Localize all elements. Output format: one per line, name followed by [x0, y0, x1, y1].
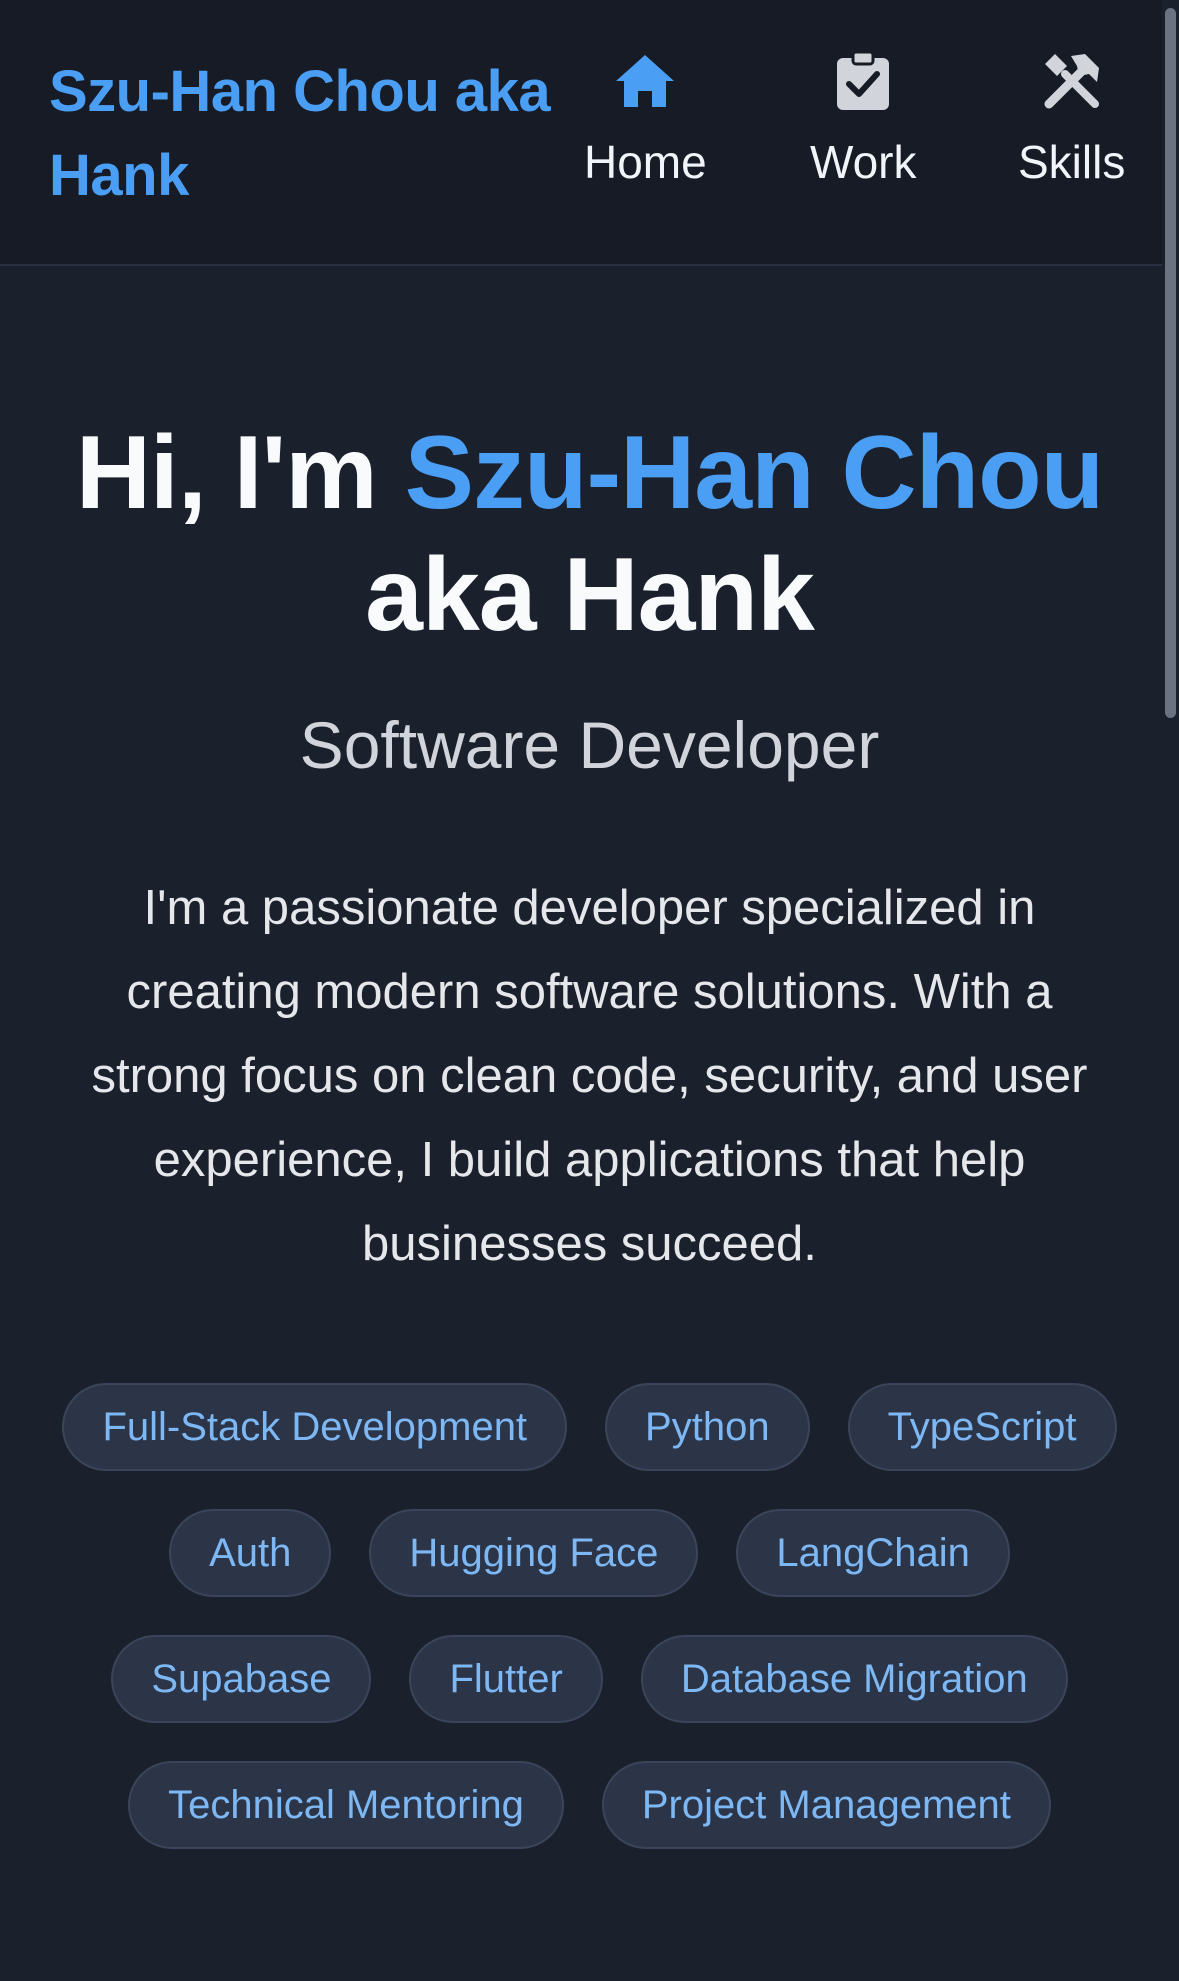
skill-tag[interactable]: Database Migration: [640, 1635, 1068, 1723]
clipboard-check-icon: [830, 48, 896, 114]
top-nav-bar: Szu-Han Chou aka Hank Home Work Skills: [0, 0, 1162, 266]
hero-greeting: Hi, I'm: [75, 415, 405, 531]
hero-bio: I'm a passionate developer specialized i…: [91, 881, 1088, 1271]
hero-name: Szu-Han Chou: [404, 415, 1105, 531]
skill-tag[interactable]: Python: [605, 1383, 810, 1471]
tools-icon: [1039, 48, 1105, 114]
skill-tag[interactable]: Project Management: [601, 1761, 1051, 1849]
skill-tags: Full-Stack Development Python TypeScript Au…: [40, 1383, 1139, 1849]
hero-suffix: aka Hank: [365, 537, 815, 653]
nav-home-label: Home: [584, 136, 707, 188]
skill-tag[interactable]: Auth: [169, 1509, 332, 1597]
skill-tag[interactable]: Technical Mentoring: [128, 1761, 564, 1849]
nav-home[interactable]: Home: [584, 48, 707, 190]
skill-tag[interactable]: Supabase: [111, 1635, 372, 1723]
hero-subtitle: Software Developer: [299, 708, 880, 782]
hero-title: Hi, I'm Szu-Han Chou aka Hank: [0, 412, 1179, 656]
skill-tag[interactable]: Full-Stack Development: [62, 1383, 568, 1471]
nav-work-label: Work: [810, 136, 917, 188]
nav-skills-label: Skills: [1018, 136, 1126, 188]
skill-tag[interactable]: Flutter: [409, 1635, 603, 1723]
home-icon: [612, 48, 678, 114]
nav-work[interactable]: Work: [810, 48, 917, 190]
site-brand[interactable]: Szu-Han Chou aka Hank: [49, 50, 609, 218]
skill-tag[interactable]: LangChain: [736, 1509, 1010, 1597]
nav-skills[interactable]: Skills: [1018, 48, 1125, 190]
skill-tag[interactable]: Hugging Face: [369, 1509, 699, 1597]
skill-tag[interactable]: TypeScript: [847, 1383, 1117, 1471]
